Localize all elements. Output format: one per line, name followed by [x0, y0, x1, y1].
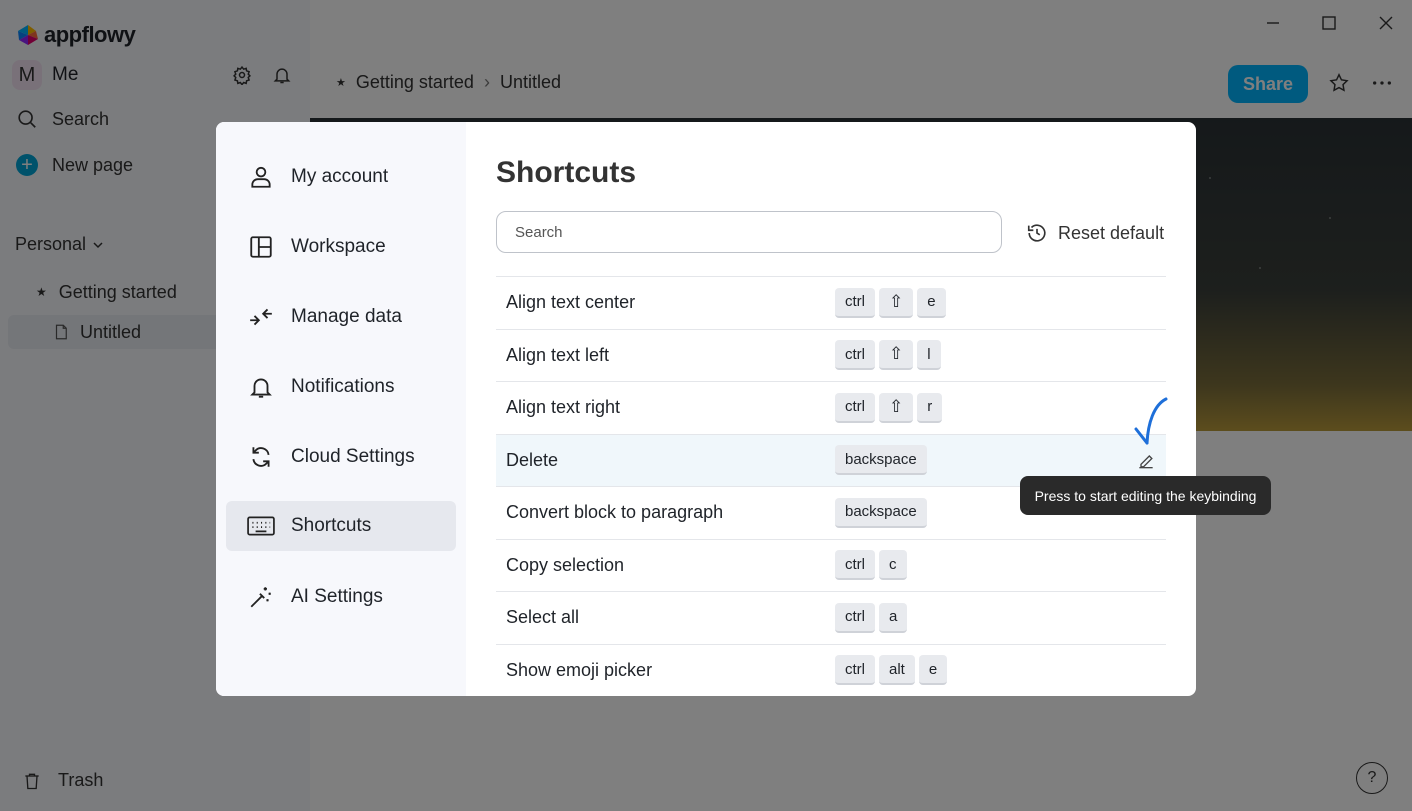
- reset-label: Reset default: [1058, 222, 1165, 243]
- shift-key-icon: ⇧: [879, 392, 914, 423]
- shortcut-row[interactable]: Copy selection ctrl c: [496, 538, 1166, 592]
- settings-nav-cloud-settings[interactable]: Cloud Settings: [226, 432, 456, 482]
- shortcut-row[interactable]: Align text left ctrl ⇧ l: [496, 328, 1166, 382]
- settings-nav-workspace[interactable]: Workspace: [226, 222, 456, 272]
- reset-default-button[interactable]: Reset default: [1026, 222, 1164, 244]
- settings-nav-manage-data[interactable]: Manage data: [226, 292, 456, 342]
- settings-nav-ai-settings[interactable]: AI Settings: [226, 572, 456, 622]
- key-cap: ctrl: [835, 287, 875, 318]
- key-cap: r: [917, 392, 943, 423]
- key-cap: ctrl: [835, 340, 875, 371]
- shortcut-row[interactable]: Align text center ctrl ⇧ e: [496, 276, 1166, 329]
- shortcut-label: Align text right: [506, 397, 621, 418]
- key-cap: ctrl: [835, 602, 875, 633]
- annotation-arrow-icon: [1134, 397, 1168, 444]
- shortcut-search-input[interactable]: [496, 211, 1002, 253]
- shortcut-label: Delete: [506, 449, 559, 470]
- shortcut-label: Show emoji picker: [506, 659, 653, 680]
- shortcut-row[interactable]: Align text right ctrl ⇧ r: [496, 381, 1166, 434]
- person-icon: [246, 162, 276, 192]
- shortcut-label: Select all: [506, 607, 580, 628]
- key-cap: e: [918, 655, 948, 686]
- nav-label: Notifications: [291, 376, 395, 397]
- settings-dialog: My account Workspace Manage data Notific…: [216, 122, 1196, 696]
- bell-icon: [246, 372, 276, 402]
- shortcut-row[interactable]: Select all ctrl a: [496, 591, 1166, 644]
- arrows-in-icon: [246, 302, 276, 332]
- key-cap: ctrl: [835, 655, 875, 686]
- shortcuts-panel: Shortcuts Reset default Align text cente…: [496, 122, 1168, 696]
- keyboard-icon: [246, 511, 276, 541]
- nav-label: Workspace: [291, 236, 386, 257]
- key-cap: e: [917, 287, 946, 318]
- sync-icon: [246, 442, 276, 472]
- history-icon: [1027, 224, 1046, 242]
- nav-label: My account: [291, 166, 389, 187]
- nav-label: Shortcuts: [291, 515, 372, 536]
- key-cap: l: [917, 340, 941, 371]
- settings-nav: My account Workspace Manage data Notific…: [216, 122, 466, 696]
- key-cap: a: [879, 602, 908, 633]
- pencil-edit-icon[interactable]: [1136, 451, 1156, 471]
- page-title: Shortcuts: [496, 156, 637, 189]
- layout-icon: [246, 232, 276, 262]
- key-cap: c: [879, 550, 907, 581]
- settings-nav-shortcuts[interactable]: Shortcuts: [226, 501, 456, 551]
- shortcut-row[interactable]: Show emoji picker ctrl alt e: [496, 643, 1166, 696]
- key-cap: alt: [879, 655, 915, 686]
- shortcut-label: Align text left: [506, 344, 610, 365]
- shortcut-label: Convert block to paragraph: [506, 502, 724, 523]
- nav-label: Cloud Settings: [291, 446, 415, 467]
- nav-label: Manage data: [291, 306, 402, 327]
- magic-wand-icon: [246, 582, 276, 612]
- key-cap: backspace: [835, 497, 927, 528]
- edit-keybinding-tooltip: Press to start editing the keybinding: [1020, 476, 1271, 515]
- shift-key-icon: ⇧: [879, 340, 914, 371]
- shift-key-icon: ⇧: [879, 287, 914, 318]
- shortcut-label: Align text center: [506, 292, 636, 313]
- shortcut-label: Copy selection: [506, 554, 625, 575]
- key-cap: ctrl: [835, 392, 875, 423]
- key-cap: ctrl: [835, 550, 875, 581]
- settings-nav-notifications[interactable]: Notifications: [226, 362, 456, 412]
- key-cap: backspace: [835, 445, 927, 476]
- nav-label: AI Settings: [291, 586, 383, 607]
- settings-nav-my-account[interactable]: My account: [226, 152, 456, 202]
